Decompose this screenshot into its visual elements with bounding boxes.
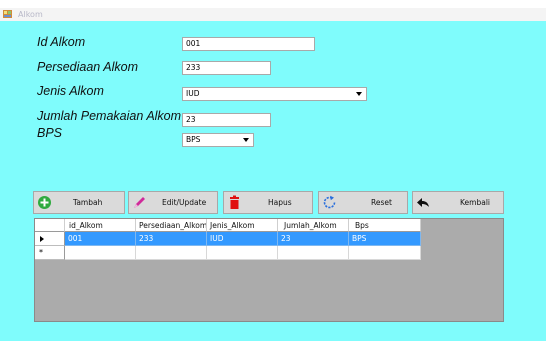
back-arrow-icon	[417, 198, 429, 207]
row-header-current[interactable]	[35, 232, 65, 246]
jenis-alkom-select[interactable]: IUD	[182, 87, 367, 101]
grid-cell[interactable]: BPS	[349, 232, 421, 246]
id-alkom-label: Id Alkom	[37, 35, 86, 49]
kembali-button[interactable]: Kembali	[412, 191, 504, 214]
bps-label: BPS	[37, 126, 63, 140]
column-header-jenis-alkom[interactable]: Jenis_Alkom	[207, 219, 278, 232]
pencil-icon	[134, 197, 145, 208]
id-alkom-input[interactable]: 001	[182, 37, 315, 51]
bps-select[interactable]: BPS	[182, 133, 254, 147]
jumlah-pemakaian-label: Jumlah Pemakaian Alkom	[37, 109, 182, 123]
reset-button[interactable]: Reset	[318, 191, 408, 214]
data-grid[interactable]: id_Alkom Persediaan_Alkom Jenis_Alkom Ju…	[34, 218, 504, 322]
jenis-alkom-label: Jenis Alkom	[37, 84, 104, 98]
edit-update-label: Edit/Update	[162, 198, 207, 207]
persediaan-alkom-label: Persediaan Alkom	[37, 60, 138, 74]
grid-cell[interactable]: IUD	[207, 232, 278, 246]
add-icon	[38, 196, 51, 209]
window-title: Alkom	[18, 10, 43, 19]
bps-value: BPS	[186, 135, 201, 144]
jumlah-pemakaian-input[interactable]: 23	[182, 113, 271, 127]
hapus-label: Hapus	[268, 198, 292, 207]
current-row-arrow-icon	[40, 236, 44, 242]
grid-cell[interactable]: 233	[136, 232, 207, 246]
refresh-icon	[323, 195, 336, 209]
app-icon	[3, 10, 12, 18]
title-bar: Alkom	[0, 8, 546, 21]
new-row-marker[interactable]: *	[35, 246, 65, 260]
tambah-button[interactable]: Tambah	[33, 191, 125, 214]
reset-label: Reset	[371, 198, 392, 207]
new-row-cell[interactable]	[136, 246, 207, 260]
chevron-down-icon	[243, 138, 249, 142]
tambah-label: Tambah	[73, 198, 103, 207]
persediaan-alkom-input[interactable]: 233	[182, 61, 271, 75]
new-row-cell[interactable]	[278, 246, 349, 260]
jenis-alkom-value: IUD	[186, 89, 200, 98]
hapus-button[interactable]: Hapus	[223, 191, 313, 214]
new-row-cell[interactable]	[65, 246, 136, 260]
app-window: Alkom Id Alkom 001 Persediaan Alkom 233 …	[0, 8, 546, 341]
grid-cell[interactable]: 23	[278, 232, 349, 246]
column-header-persediaan-alkom[interactable]: Persediaan_Alkom	[136, 219, 207, 232]
grid-corner-header	[35, 219, 65, 232]
new-row-cell[interactable]	[349, 246, 421, 260]
new-row-cell[interactable]	[207, 246, 278, 260]
chevron-down-icon	[356, 92, 362, 96]
grid-cell[interactable]: 001	[65, 232, 136, 246]
edit-update-button[interactable]: Edit/Update	[128, 191, 218, 214]
trash-icon	[230, 195, 239, 209]
column-header-bps[interactable]: Bps	[349, 219, 421, 232]
kembali-label: Kembali	[460, 198, 490, 207]
column-header-jumlah-alkom[interactable]: Jumlah_Alkom	[278, 219, 349, 232]
column-header-id-alkom[interactable]: id_Alkom	[65, 219, 136, 232]
